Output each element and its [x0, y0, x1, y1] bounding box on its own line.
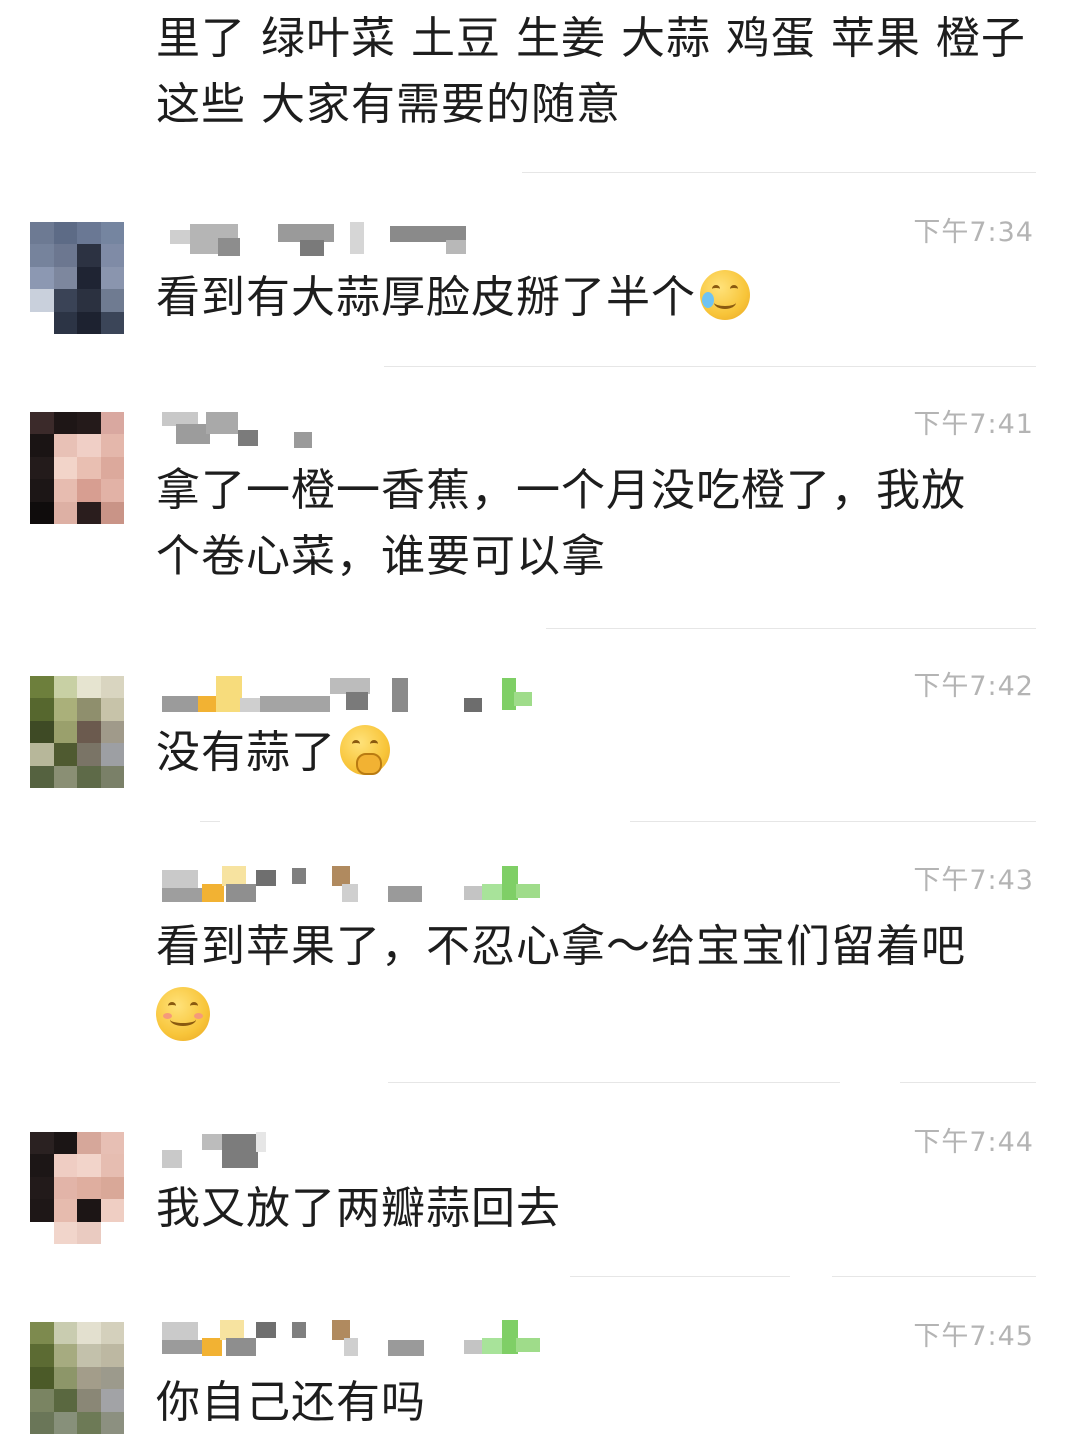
message-text: 里了 绿叶菜 土豆 生姜 大蒜 鸡蛋 苹果 橙子 这些 大家有需要的随意 [156, 6, 1036, 138]
message-line: 没有蒜了 [156, 727, 336, 778]
message-line: 里了 绿叶菜 土豆 生姜 大蒜 鸡蛋 苹果 橙子 [156, 13, 1026, 64]
chat-thread: 里了 绿叶菜 土豆 生姜 大蒜 鸡蛋 苹果 橙子 这些 大家有需要的随意 下午7… [0, 0, 1080, 1441]
nickname-redacted[interactable] [160, 676, 580, 712]
divider [630, 821, 1036, 822]
divider [570, 1276, 790, 1277]
message-text: 看到有大蒜厚脸皮掰了半个 [156, 265, 1036, 331]
divider [384, 366, 1036, 367]
message-timestamp: 下午7:45 [913, 1321, 1034, 1352]
message-text: 你自己还有吗 [156, 1370, 1036, 1436]
smiling-emoji-icon [156, 987, 210, 1041]
divider [200, 821, 220, 822]
divider [832, 1276, 1036, 1277]
avatar[interactable] [30, 222, 124, 334]
message-timestamp: 下午7:43 [913, 865, 1034, 896]
nickname-redacted[interactable] [160, 1130, 580, 1168]
message-timestamp: 下午7:42 [913, 671, 1034, 702]
message-line: 这些 大家有需要的随意 [156, 79, 621, 130]
divider [388, 1082, 840, 1083]
message-text: 看到苹果了，不忍心拿～给宝宝们留着吧 [156, 914, 1036, 1050]
divider [522, 172, 1036, 173]
nickname-redacted[interactable] [160, 1320, 580, 1356]
nickname-redacted[interactable] [160, 866, 580, 902]
nickname-redacted[interactable] [160, 222, 580, 256]
message-timestamp: 下午7:34 [913, 217, 1034, 248]
message-line: 你自己还有吗 [156, 1377, 426, 1428]
message-line: 拿了一橙一香蕉，一个月没吃橙了，我放 [156, 465, 966, 516]
nickname-redacted[interactable] [160, 410, 580, 448]
divider [900, 1082, 1036, 1083]
message-timestamp: 下午7:41 [913, 409, 1034, 440]
message-line: 个卷心菜，谁要可以拿 [156, 531, 606, 582]
avatar[interactable] [30, 676, 124, 788]
message-text: 没有蒜了 [156, 720, 1036, 786]
message-line: 我又放了两瓣蒜回去 [156, 1183, 561, 1234]
avatar[interactable] [30, 412, 124, 524]
message-text: 拿了一橙一香蕉，一个月没吃橙了，我放 个卷心菜，谁要可以拿 [156, 458, 1036, 590]
message-timestamp: 下午7:44 [913, 1127, 1034, 1158]
avatar[interactable] [30, 1322, 124, 1434]
facepalm-emoji-icon [700, 270, 750, 320]
avatar[interactable] [30, 1132, 124, 1244]
divider [546, 628, 1036, 629]
hand-over-mouth-emoji-icon [340, 725, 390, 775]
message-line: 看到苹果了，不忍心拿～给宝宝们留着吧 [156, 921, 966, 972]
message-line: 看到有大蒜厚脸皮掰了半个 [156, 272, 696, 323]
message-text: 我又放了两瓣蒜回去 [156, 1176, 1036, 1242]
